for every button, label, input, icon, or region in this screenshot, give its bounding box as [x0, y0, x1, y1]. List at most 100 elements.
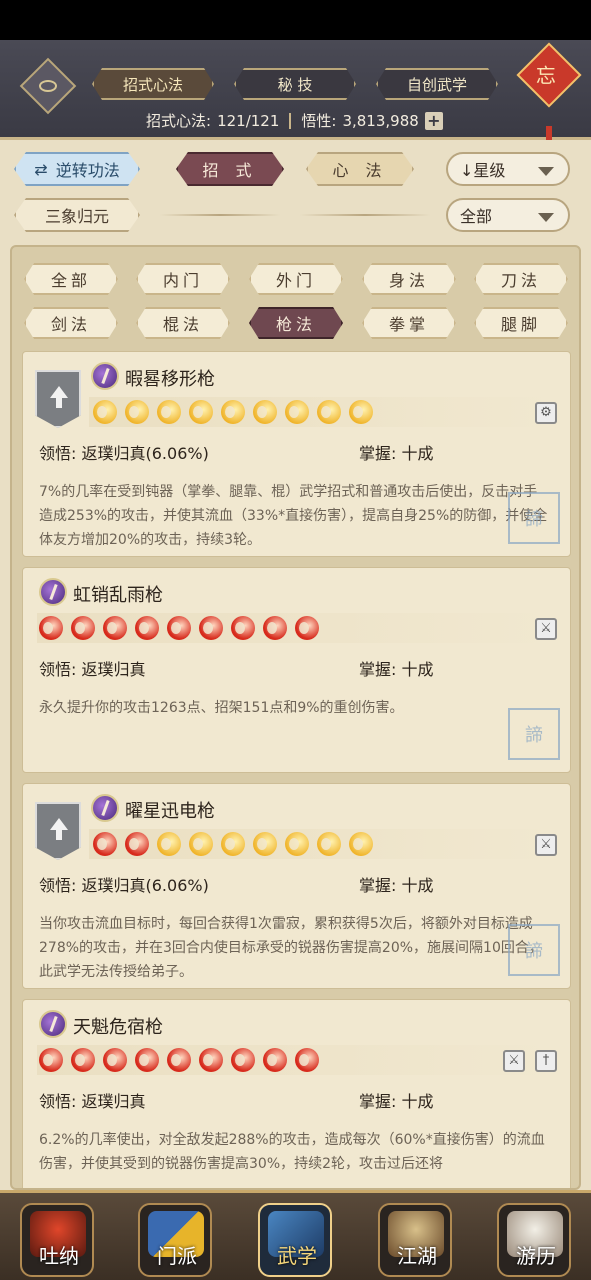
seal-stamp: 諦	[508, 708, 560, 760]
star-icon	[285, 400, 309, 424]
star-icon	[317, 400, 341, 424]
knot-ornament-button[interactable]: 忘	[516, 42, 582, 108]
weapon-type-icon: ⚔	[535, 834, 557, 856]
star-icon	[39, 616, 63, 640]
chevron-down-icon	[538, 213, 554, 222]
weapon-type-icon: ⚙	[535, 402, 557, 424]
skill-title: 虹销乱雨枪	[73, 585, 163, 606]
nav-label: 武学	[277, 1244, 317, 1268]
zhangwo-row: 掌握: 十成	[359, 876, 434, 895]
tab-miji[interactable]: 秘 技	[234, 68, 356, 100]
category-jianfa[interactable]: 剑法	[24, 307, 118, 339]
star-icon	[199, 1048, 223, 1072]
star-icon	[135, 1048, 159, 1072]
zhangwo-row: 掌握: 十成	[359, 1092, 434, 1111]
star-icon	[253, 400, 277, 424]
main-content: ⇄ 逆转功法 招 式 心 法 ↓星级 三象归元 全部 全部 内门 外门 身法 刀…	[0, 140, 591, 1190]
star-icon	[125, 832, 149, 856]
stats-row: 招式心法: 121/121 悟性: 3,813,988 +	[146, 110, 443, 131]
star-icon	[39, 1048, 63, 1072]
category-gunfa[interactable]: 棍法	[136, 307, 230, 339]
seal-stamp: 諦	[508, 492, 560, 544]
stats-label-1: 招式心法:	[146, 112, 212, 130]
star-icon	[157, 400, 181, 424]
category-daofa[interactable]: 刀法	[474, 263, 568, 295]
lingwu-row: 领悟: 返璞归真	[39, 1092, 146, 1111]
add-wuxing-button[interactable]: +	[424, 111, 443, 130]
nav-menpai[interactable]: 门派	[138, 1203, 212, 1277]
category-waimen[interactable]: 外门	[249, 263, 343, 295]
knot-char: 忘	[535, 63, 556, 88]
star-icon	[349, 832, 373, 856]
category-tuijiao[interactable]: 腿脚	[474, 307, 568, 339]
star-icon	[263, 1048, 287, 1072]
reverse-label: 逆转功法	[55, 161, 120, 180]
filter-dropdown[interactable]: 全部	[446, 198, 570, 232]
nav-label: 游历	[516, 1244, 556, 1268]
reverse-gongfa-button[interactable]: ⇄ 逆转功法	[14, 152, 140, 186]
stats-value-2: 3,813,988	[342, 111, 419, 130]
upgrade-icon[interactable]	[35, 802, 81, 860]
nav-wuxue[interactable]: 武学	[258, 1203, 332, 1277]
nav-jianghu[interactable]: 江湖	[378, 1203, 452, 1277]
nav-label: 门派	[157, 1244, 197, 1268]
sort-dropdown[interactable]: ↓星级	[446, 152, 570, 186]
star-icon	[189, 832, 213, 856]
star-icon	[93, 400, 117, 424]
skill-title: 暇晷移形枪	[125, 369, 215, 390]
category-quanzhang[interactable]: 拳掌	[362, 307, 456, 339]
chevron-down-icon	[538, 167, 554, 176]
category-shenfa[interactable]: 身法	[362, 263, 456, 295]
star-row	[93, 400, 373, 424]
skill-card[interactable]: 虹销乱雨枪 ⚔ 领悟: 返璞归真 掌握: 十成 永久提升你的攻击1263点、招架…	[22, 567, 571, 773]
skill-card[interactable]: 天魁危宿枪 ⚔ † 领悟: 返璞归真 掌握: 十成 6.2%的几率使出，对全敌发…	[22, 999, 571, 1188]
spear-icon	[39, 1010, 67, 1038]
stats-label-2: 悟性:	[301, 112, 337, 130]
eye-icon	[39, 80, 57, 92]
nav-label: 江湖	[397, 1244, 437, 1268]
star-icon	[231, 1048, 255, 1072]
star-icon	[103, 616, 127, 640]
star-icon	[253, 832, 277, 856]
category-all[interactable]: 全部	[24, 263, 118, 295]
zhaoshi-toggle[interactable]: 招 式	[176, 152, 284, 186]
skill-description: 当你攻击流血目标时，每回合获得1次雷寂，累积获得5次后，将额外对目标造成278%…	[39, 916, 543, 980]
upgrade-icon[interactable]	[35, 370, 81, 428]
tab-zhaoshi-xinfa[interactable]: 招式心法	[92, 68, 214, 100]
skill-title: 天魁危宿枪	[73, 1017, 163, 1038]
star-icon	[103, 1048, 127, 1072]
spear-icon	[91, 362, 119, 390]
nav-tuna[interactable]: 吐纳	[20, 1203, 94, 1277]
decor-line	[160, 214, 280, 216]
eye-button[interactable]	[19, 57, 77, 115]
nav-youli[interactable]: 游历	[497, 1203, 571, 1277]
spear-icon	[39, 578, 67, 606]
skill-card[interactable]: 曜星迅电枪 ⚔ 领悟: 返璞归真(6.06%) 掌握: 十成 当你攻击流血目标时…	[22, 783, 571, 989]
category-neimen[interactable]: 内门	[136, 263, 230, 295]
star-icon	[231, 616, 255, 640]
star-icon	[349, 400, 373, 424]
bottom-nav: 吐纳 门派 武学 江湖 游历	[0, 1190, 591, 1280]
status-bar	[0, 0, 591, 40]
star-icon	[167, 616, 191, 640]
star-icon	[221, 832, 245, 856]
sort-label: ↓星级	[460, 161, 506, 180]
skill-description: 7%的几率在受到钝器（掌拳、腿靠、棍）武学招式和普通攻击后使出，反击对手造成25…	[39, 484, 548, 548]
spear-icon	[91, 794, 119, 822]
star-icon	[93, 832, 117, 856]
lingwu-row: 领悟: 返璞归真	[39, 660, 146, 679]
seal-stamp: 諦	[508, 924, 560, 976]
star-icon	[295, 1048, 319, 1072]
sanxiang-button[interactable]: 三象归元	[14, 198, 140, 232]
star-icon	[125, 400, 149, 424]
category-qiangfa[interactable]: 枪法	[249, 307, 343, 339]
star-row	[93, 832, 373, 856]
divider	[289, 112, 292, 129]
skill-card[interactable]: 暇晷移形枪 ⚙ 领悟: 返璞归真(6.06%) 掌握: 十成 7%的几率在受到钝…	[22, 351, 571, 557]
zhangwo-row: 掌握: 十成	[359, 444, 434, 463]
xinfa-toggle[interactable]: 心 法	[306, 152, 414, 186]
star-icon	[135, 616, 159, 640]
tab-zichuang[interactable]: 自创武学	[376, 68, 498, 100]
filter-label: 全部	[460, 207, 493, 226]
star-icon	[71, 616, 95, 640]
